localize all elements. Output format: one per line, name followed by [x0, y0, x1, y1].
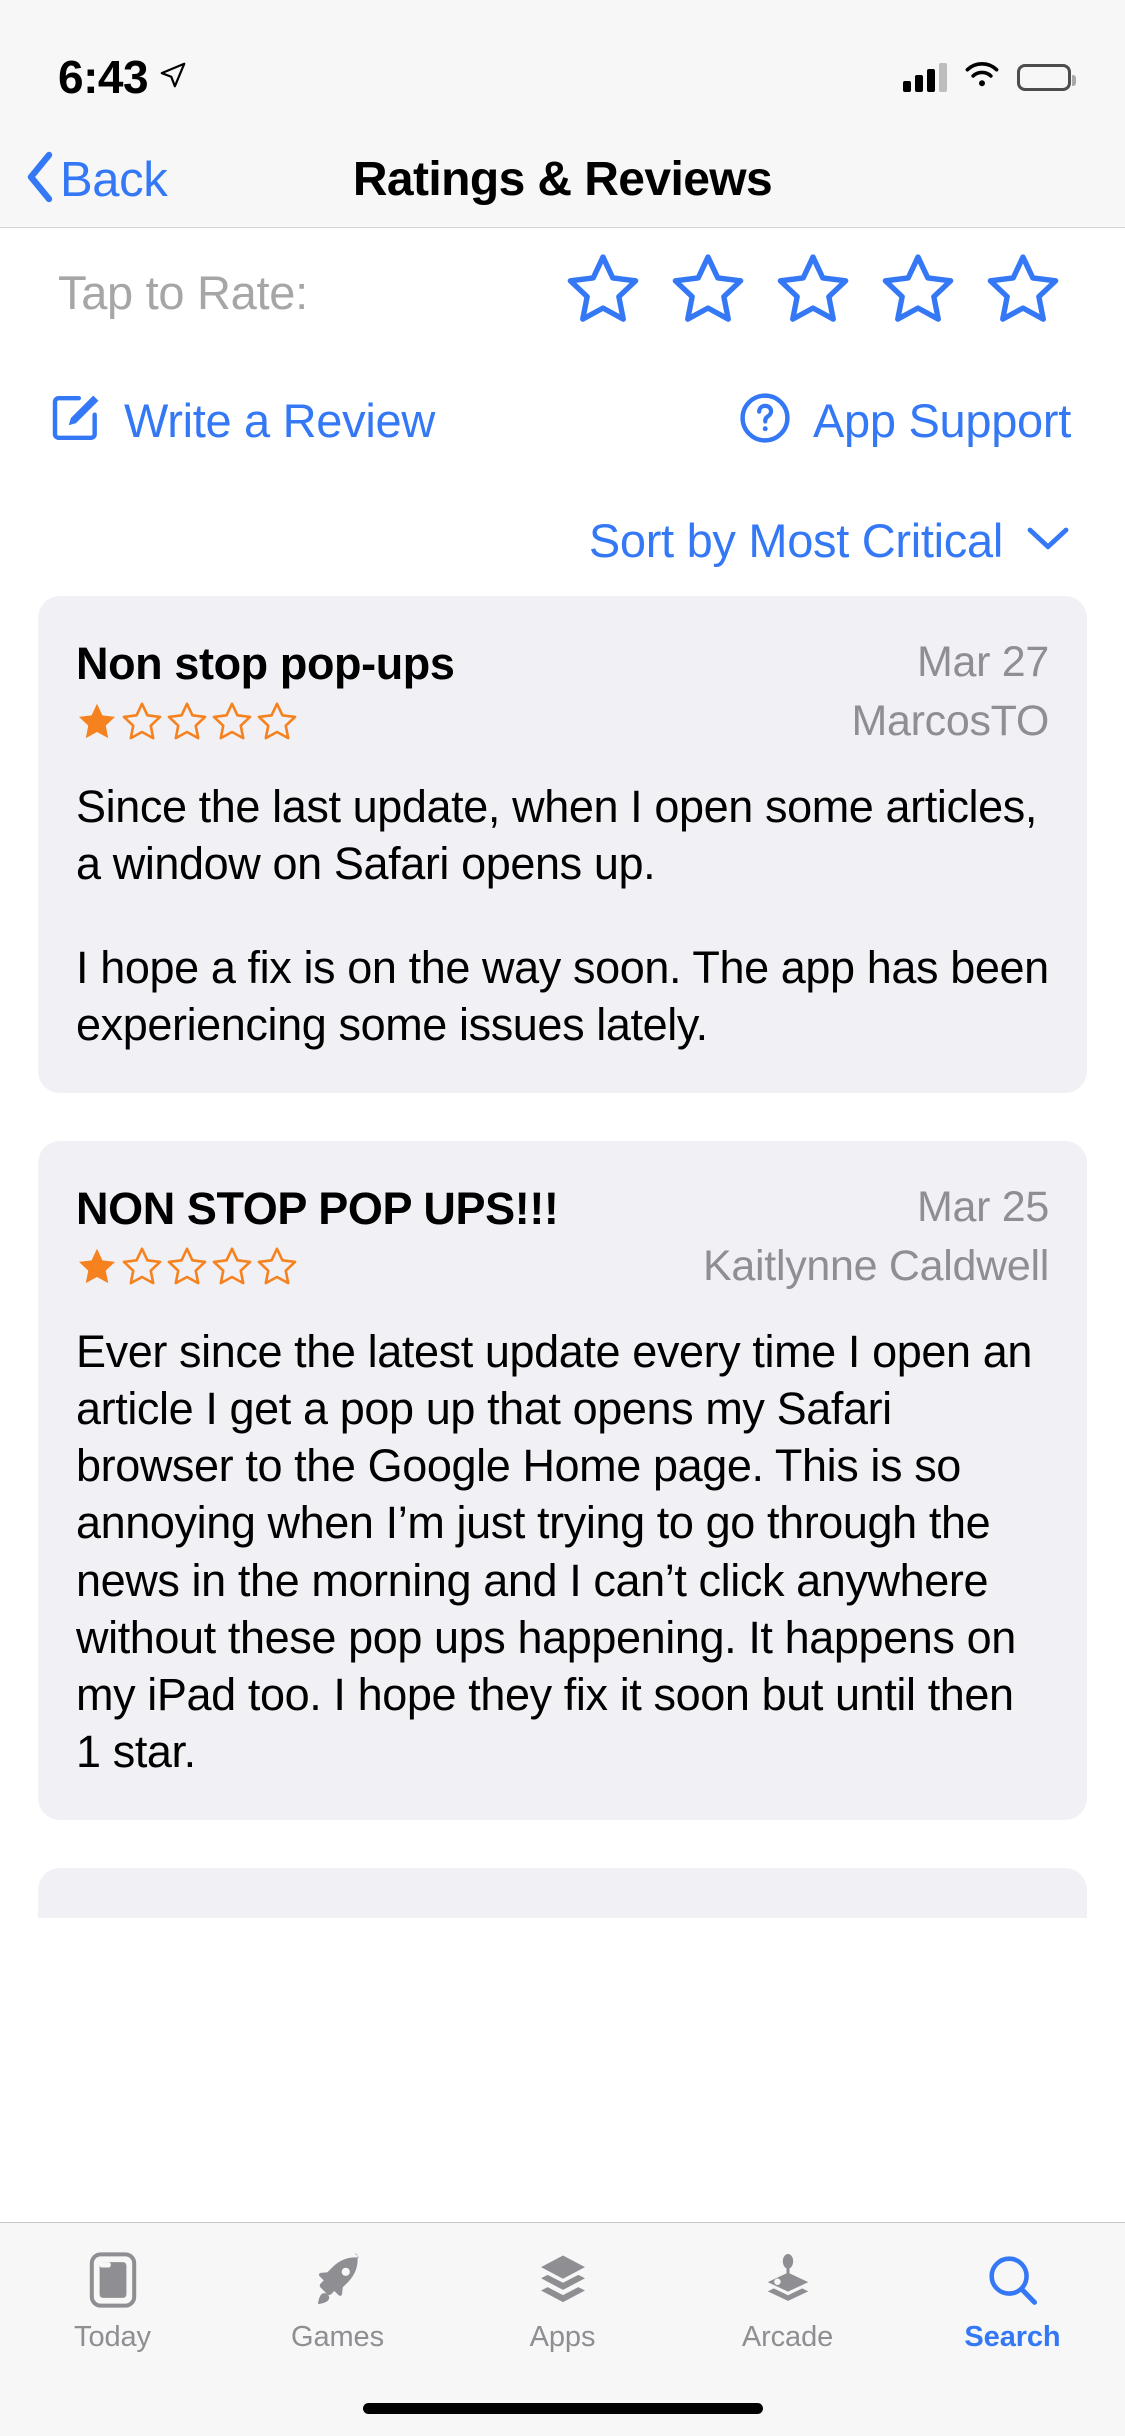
search-icon	[985, 2249, 1041, 2311]
tab-search[interactable]: Search	[900, 2249, 1125, 2354]
joystick-icon	[760, 2249, 816, 2311]
cellular-signal-icon	[903, 62, 947, 92]
star-empty-icon	[166, 1246, 208, 1293]
star-empty-icon	[211, 701, 253, 748]
navigation-bar: Back Ratings & Reviews	[0, 132, 1125, 228]
sort-row: Sort by Most Critical	[0, 484, 1125, 596]
app-support-label: App Support	[813, 393, 1071, 447]
wifi-icon	[963, 61, 1001, 94]
sort-dropdown-button[interactable]: Sort by Most Critical	[589, 513, 1071, 568]
rate-star-4[interactable]	[880, 252, 956, 333]
today-card-icon	[88, 2249, 138, 2311]
status-bar: 6:43	[0, 0, 1125, 132]
review-body: Ever since the latest update every time …	[76, 1323, 1049, 1780]
status-bar-right	[903, 39, 1076, 94]
tab-today[interactable]: Today	[0, 2249, 225, 2354]
rocket-icon	[310, 2249, 366, 2311]
write-a-review-label: Write a Review	[124, 393, 435, 447]
star-empty-icon	[166, 701, 208, 748]
rate-star-5[interactable]	[985, 252, 1061, 333]
review-body: Since the last update, when I open some …	[76, 778, 1049, 1053]
review-title: Non stop pop-ups	[76, 638, 455, 689]
review-card[interactable]: NON STOP POP UPS!!! Mar 25 Kaitlynne Cal…	[38, 1140, 1087, 1821]
review-header-right: Mar 27 MarcosTO	[851, 638, 1049, 746]
tab-arcade-label: Arcade	[741, 2321, 834, 2353]
review-header: NON STOP POP UPS!!! Mar 25 Kaitlynne Cal…	[76, 1182, 1049, 1293]
location-arrow-icon	[158, 60, 188, 95]
tab-games-label: Games	[291, 2321, 384, 2353]
star-empty-icon	[211, 1246, 253, 1293]
tab-apps[interactable]: Apps	[450, 2249, 675, 2354]
review-rating-stars	[76, 1246, 559, 1293]
page-title: Ratings & Reviews	[352, 153, 773, 206]
status-time: 6:43	[58, 51, 149, 103]
chevron-down-icon	[1025, 524, 1071, 557]
tap-to-rate-stars[interactable]	[565, 252, 1075, 333]
review-header: Non stop pop-ups Mar 27 MarcosTO	[76, 638, 1049, 748]
review-username: Kaitlynne Caldwell	[703, 1241, 1049, 1290]
back-button[interactable]: Back	[0, 151, 168, 208]
home-indicator	[362, 2403, 763, 2414]
app-store-ratings-screen: 6:43 Back Ratings & Reviews Tap to Rate:…	[0, 0, 1125, 2436]
review-card[interactable]: Non stop pop-ups Mar 27 MarcosTO Since t…	[38, 596, 1087, 1093]
chevron-left-icon	[24, 151, 54, 208]
review-header-left: NON STOP POP UPS!!!	[76, 1185, 559, 1293]
actions-row: Write a Review App Support	[0, 356, 1125, 484]
tap-to-rate-label: Tap to Rate:	[58, 265, 308, 319]
scroll-content[interactable]: Tap to Rate: Write a Review App Support …	[0, 228, 1125, 2222]
tab-arcade[interactable]: Arcade	[675, 2249, 900, 2354]
star-empty-icon	[256, 701, 298, 748]
star-empty-icon	[121, 701, 163, 748]
compose-icon	[48, 390, 104, 451]
star-filled-icon	[76, 701, 118, 748]
review-date: Mar 25	[916, 1182, 1049, 1231]
back-label: Back	[60, 152, 168, 207]
review-date: Mar 27	[916, 638, 1049, 686]
review-paragraph: I hope a fix is on the way soon. The app…	[76, 941, 1049, 1050]
battery-icon	[1017, 63, 1076, 91]
review-rating-stars	[76, 701, 455, 748]
tab-apps-label: Apps	[529, 2321, 596, 2353]
star-empty-icon	[256, 1246, 298, 1293]
status-bar-left: 6:43	[58, 28, 188, 104]
review-username: MarcosTO	[851, 697, 1049, 746]
question-circle-icon	[737, 390, 793, 451]
star-empty-icon	[121, 1246, 163, 1293]
tab-today-label: Today	[74, 2321, 151, 2353]
star-filled-icon	[76, 1246, 118, 1293]
review-header-right: Mar 25 Kaitlynne Caldwell	[703, 1182, 1049, 1290]
tap-to-rate-row: Tap to Rate:	[0, 228, 1125, 356]
review-card-partial[interactable]	[38, 1868, 1087, 1919]
rate-star-2[interactable]	[670, 252, 746, 333]
rate-star-3[interactable]	[775, 252, 851, 333]
review-header-left: Non stop pop-ups	[76, 640, 455, 748]
write-a-review-button[interactable]: Write a Review	[48, 390, 435, 451]
review-paragraph: Since the last update, when I open some …	[76, 781, 1037, 890]
reviews-list: Non stop pop-ups Mar 27 MarcosTO Since t…	[0, 596, 1125, 1919]
review-title: NON STOP POP UPS!!!	[76, 1182, 559, 1234]
tab-search-label: Search	[964, 2321, 1061, 2353]
tab-games[interactable]: Games	[225, 2249, 450, 2354]
apps-stack-icon	[535, 2249, 591, 2311]
sort-label: Sort by Most Critical	[588, 513, 1003, 567]
app-support-button[interactable]: App Support	[737, 390, 1071, 451]
rate-star-1[interactable]	[565, 252, 641, 333]
review-paragraph: Ever since the latest update every time …	[76, 1326, 1032, 1778]
